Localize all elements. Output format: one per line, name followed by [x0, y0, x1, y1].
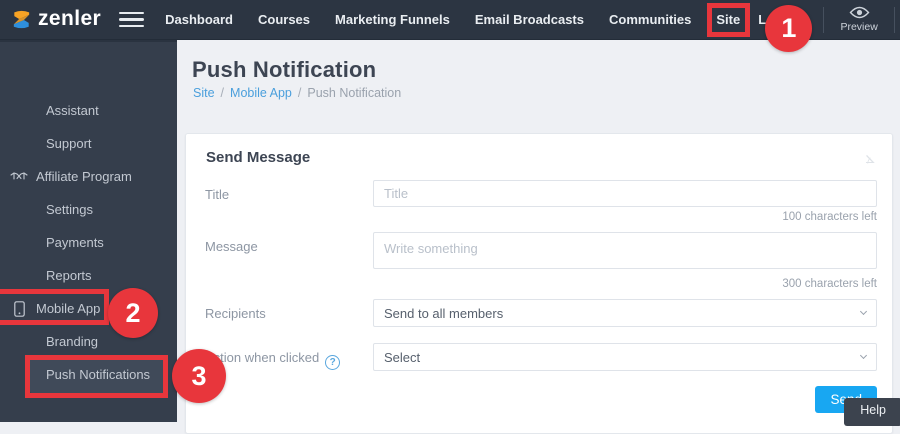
title-label: Title: [205, 187, 230, 202]
send-message-card: Send Message ⦛ Title 100 characters left…: [185, 133, 893, 434]
main-nav: Dashboard Courses Marketing Funnels Emai…: [165, 2, 813, 52]
annotation-step-2: 2: [108, 288, 158, 338]
preview-button[interactable]: Preview: [837, 6, 881, 33]
message-input[interactable]: [373, 232, 877, 269]
sidebar-item-affiliate-program[interactable]: Affiliate Program: [0, 160, 177, 193]
sidebar-item-push-notifications[interactable]: Push Notifications 3: [0, 349, 226, 403]
annotation-step-1: 1: [765, 4, 813, 52]
sidebar-item-reports[interactable]: Reports: [0, 259, 177, 292]
breadcrumb-link-site[interactable]: Site: [193, 86, 215, 100]
card-title: Send Message: [206, 149, 311, 166]
navbar-divider: [894, 6, 896, 33]
nav-item-site[interactable]: Site: [716, 12, 740, 27]
sidebar-item-settings[interactable]: Settings: [0, 193, 177, 226]
preview-label: Preview: [840, 21, 878, 33]
breadcrumb-link-mobile-app[interactable]: Mobile App: [230, 86, 292, 100]
nav-item-marketing-funnels[interactable]: Marketing Funnels: [335, 12, 450, 27]
sidebar-menu: Assistant Support Affiliate Program Sett…: [0, 42, 226, 403]
recipients-label: Recipients: [205, 306, 266, 321]
title-input[interactable]: [373, 180, 877, 207]
sidebar: Assistant Support Affiliate Program Sett…: [0, 40, 226, 422]
hamburger-menu-icon[interactable]: [115, 8, 148, 32]
send-message-form: Title 100 characters left Message 300 ch…: [199, 180, 877, 413]
eye-icon: [849, 6, 870, 19]
sidebar-item-payments[interactable]: Payments: [0, 226, 177, 259]
mobile-phone-icon: [10, 300, 28, 317]
zenler-logo[interactable]: zenler: [10, 8, 101, 32]
breadcrumb: Site / Mobile App / Push Notification: [193, 86, 402, 100]
collapse-chevron-icon[interactable]: ⦛: [865, 149, 875, 166]
sidebar-item-mobile-app[interactable]: Mobile App 2: [0, 288, 177, 338]
action-when-clicked-label: Action when clicked?: [199, 343, 373, 371]
top-navbar: zenler Dashboard Courses Marketing Funne…: [0, 0, 900, 52]
recipients-select[interactable]: Send to all members: [373, 299, 877, 327]
breadcrumb-current: Push Notification: [307, 86, 402, 100]
message-chars-left: 300 characters left: [782, 278, 877, 290]
sidebar-item-support[interactable]: Support: [0, 127, 177, 160]
message-label: Message: [205, 239, 258, 254]
chevron-down-icon: [859, 307, 868, 316]
help-question-icon[interactable]: ?: [325, 355, 341, 370]
page-title: Push Notification: [192, 57, 377, 82]
title-chars-left: 100 characters left: [782, 211, 877, 223]
navbar-divider: [823, 6, 825, 33]
main-content: Push Notification Site / Mobile App / Push N…: [177, 40, 900, 434]
zenler-logo-icon: [10, 8, 33, 31]
brand-name: zenler: [38, 6, 102, 30]
nav-item-courses[interactable]: Courses: [258, 12, 310, 27]
annotation-step-3: 3: [172, 349, 226, 403]
nav-item-dashboard[interactable]: Dashboard: [165, 12, 233, 27]
nav-item-communities[interactable]: Communities: [609, 12, 691, 27]
sidebar-item-assistant[interactable]: Assistant: [0, 94, 177, 127]
handshake-icon: [10, 171, 28, 183]
action-select[interactable]: Select: [373, 343, 877, 371]
chevron-down-icon: [859, 351, 868, 360]
nav-item-email-broadcasts[interactable]: Email Broadcasts: [475, 12, 584, 27]
